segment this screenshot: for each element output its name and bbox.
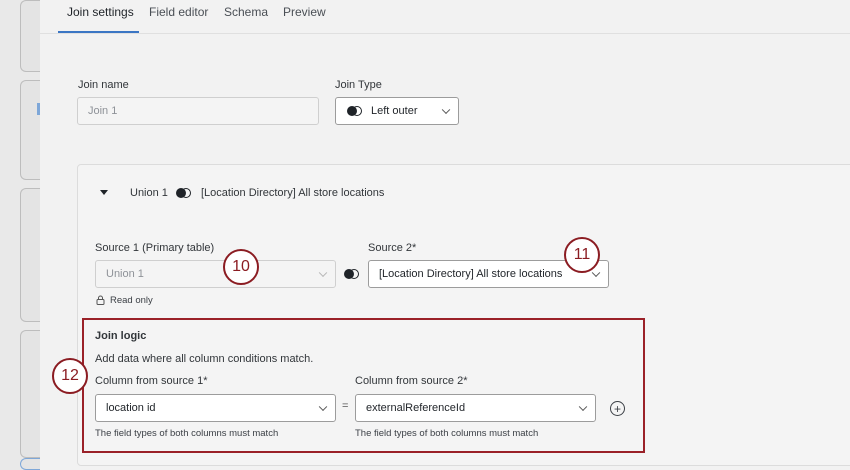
join-name-input[interactable]: Join 1 (77, 97, 319, 125)
column1-value: location id (106, 402, 156, 414)
join-name-label: Join name (78, 79, 129, 91)
source2-label: Source 2* (368, 242, 417, 254)
join-type-dropdown[interactable]: Left outer (335, 97, 459, 125)
union-source-name: [Location Directory] All store locations (201, 187, 385, 199)
callout-11: 11 (564, 237, 600, 273)
tab-field-editor[interactable]: Field editor (149, 5, 208, 19)
tab-preview[interactable]: Preview (283, 5, 326, 19)
chevron-down-icon (591, 268, 601, 278)
chevron-down-icon (318, 268, 328, 278)
left-outer-join-icon (347, 106, 362, 116)
join-icon (176, 188, 191, 198)
source1-value: Union 1 (106, 268, 144, 280)
plus-icon: + (613, 401, 621, 416)
column2-hint: The field types of both columns must mat… (355, 428, 539, 439)
callout-10: 10 (223, 249, 259, 285)
equals-sign: = (342, 400, 349, 412)
join-type-value: Left outer (371, 105, 418, 117)
add-condition-button[interactable]: + (610, 401, 625, 416)
read-only-text: Read only (110, 295, 153, 306)
background-sidebar (0, 0, 42, 470)
join-type-label: Join Type (335, 79, 382, 91)
source1-dropdown: Union 1 (95, 260, 336, 288)
callout-12: 12 (52, 358, 88, 394)
join-icon (344, 269, 359, 279)
join-logic-description: Add data where all column conditions mat… (95, 353, 314, 365)
active-tab-indicator (58, 31, 139, 33)
chevron-down-icon (318, 402, 328, 412)
column1-dropdown[interactable]: location id (95, 394, 336, 422)
column1-label: Column from source 1* (95, 375, 208, 387)
column2-value: externalReferenceId (366, 402, 466, 414)
join-logic-title: Join logic (95, 330, 147, 342)
lock-icon (96, 294, 105, 305)
tab-schema[interactable]: Schema (224, 5, 268, 19)
union-name: Union 1 (130, 187, 168, 199)
source1-label: Source 1 (Primary table) (95, 242, 215, 254)
tab-join-settings[interactable]: Join settings (67, 5, 134, 19)
tabs-divider (40, 33, 850, 34)
column2-label: Column from source 2* (355, 375, 468, 387)
source2-value: [Location Directory] All store locations (379, 268, 563, 280)
column2-dropdown[interactable]: externalReferenceId (355, 394, 596, 422)
chevron-down-icon (441, 105, 451, 115)
collapse-caret-icon[interactable] (100, 190, 108, 195)
chevron-down-icon (578, 402, 588, 412)
join-name-value: Join 1 (88, 105, 118, 117)
column1-hint: The field types of both columns must mat… (95, 428, 279, 439)
